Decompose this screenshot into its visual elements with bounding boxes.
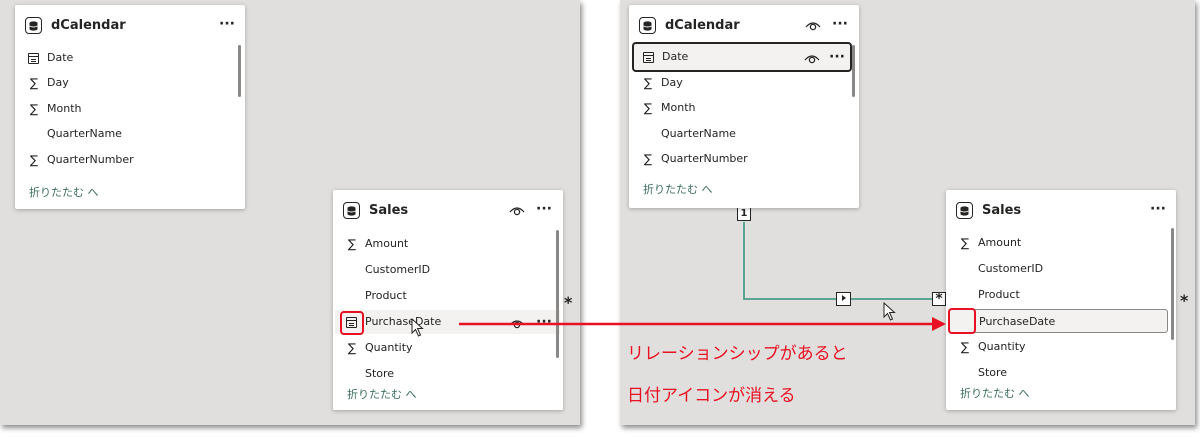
annotation-line-2: 日付アイコンが消える — [627, 386, 796, 406]
annotation-line-1: リレーションシップがあると — [627, 344, 848, 364]
annotation-arrow — [459, 317, 946, 331]
